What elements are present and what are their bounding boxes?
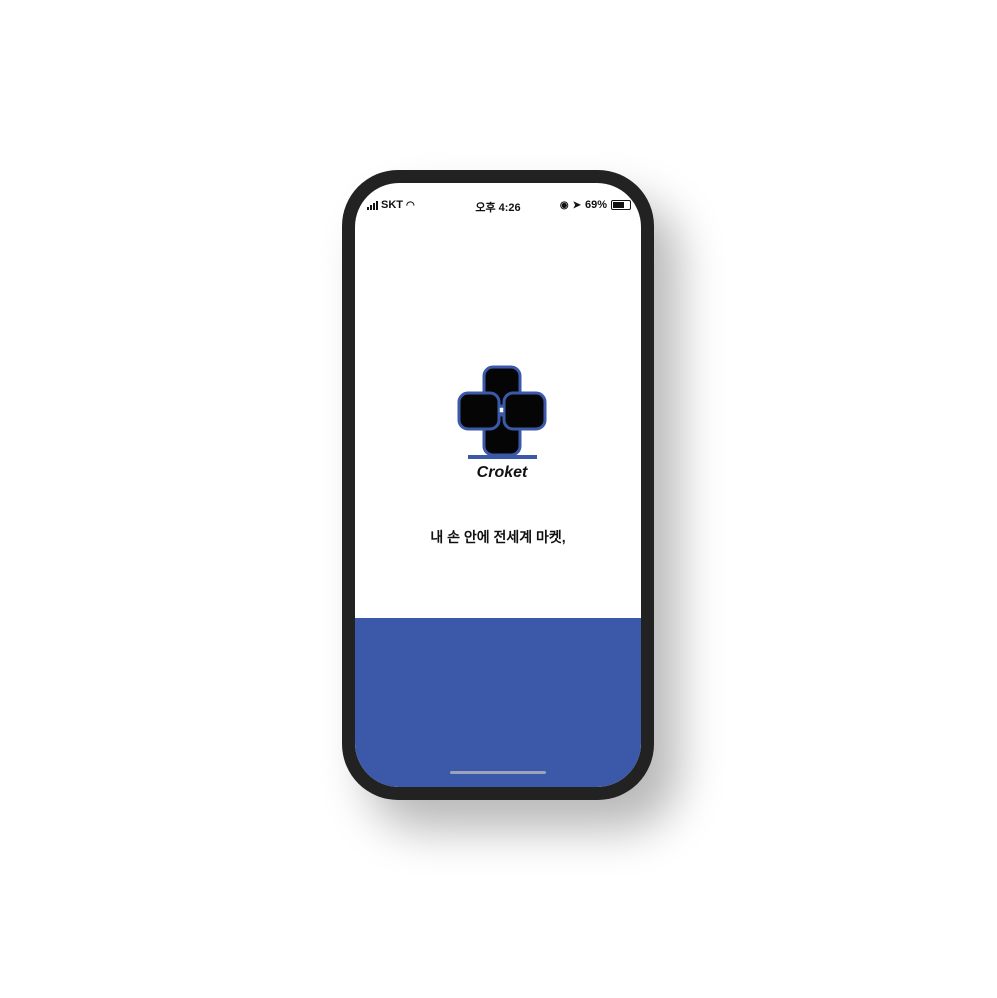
orientation-lock-icon: ◉: [559, 199, 569, 211]
location-icon: ➤: [572, 199, 581, 211]
battery-percent: 69%: [584, 199, 607, 211]
phone-frame: SKT ◠ 오후 4:26 ◉ ➤ 69% Croket 내 손 안에 전세계 …: [342, 170, 654, 800]
status-bar: SKT ◠ 오후 4:26 ◉ ➤ 69%: [355, 199, 641, 214]
splash-screen: SKT ◠ 오후 4:26 ◉ ➤ 69% Croket 내 손 안에 전세계 …: [355, 183, 641, 787]
logo-wordmark: Croket: [477, 464, 528, 481]
battery-icon: [611, 200, 631, 210]
home-indicator[interactable]: [450, 771, 546, 774]
tagline: 내 손 안에 전세계 마켓,: [430, 529, 566, 545]
brand-footer: [355, 618, 641, 787]
croket-logo: Croket: [457, 365, 547, 481]
